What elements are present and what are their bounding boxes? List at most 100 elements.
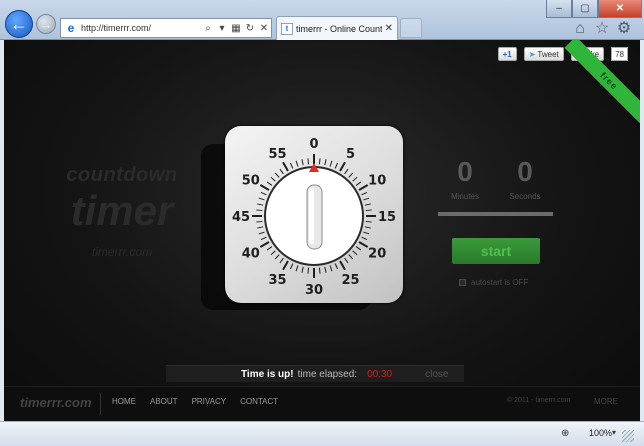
dial-tick: [258, 231, 265, 235]
footer-logo[interactable]: timerrr.com: [20, 395, 92, 410]
dial-number: 35: [268, 273, 286, 288]
dial-number: 45: [232, 210, 250, 225]
dial-face[interactable]: 0 5 10 15 20 25 30 35 40 45 50 55: [225, 126, 403, 303]
status-bar: ⊕ 100% ▾: [0, 421, 644, 446]
dial-tick: [339, 161, 346, 172]
dial-number: 0: [309, 137, 318, 152]
search-icon[interactable]: ⌕: [201, 20, 215, 36]
social-buttons: +1 ➤ Tweet f Like 78: [497, 47, 628, 61]
brand-timer-text: timer: [70, 187, 174, 234]
address-text[interactable]: http://timerrr.com/: [81, 23, 201, 33]
footer-link-privacy[interactable]: PRIVACY: [192, 397, 227, 406]
window-close-button[interactable]: ✕: [598, 0, 642, 18]
dial-tick: [324, 266, 327, 273]
tab-favicon-icon: t: [281, 22, 293, 35]
dropdown-icon[interactable]: ▾: [215, 20, 229, 36]
back-button[interactable]: ←: [5, 10, 33, 38]
dial-number: 20: [368, 247, 386, 262]
seconds-readout: 0 Seconds: [500, 156, 550, 201]
start-button[interactable]: start: [452, 238, 540, 264]
dial-tick: [307, 267, 310, 274]
back-arrow-icon: ←: [10, 13, 28, 34]
maximize-button[interactable]: ▢: [572, 0, 598, 18]
dial-number: 55: [268, 147, 286, 162]
dial-tick: [348, 254, 354, 260]
dial-tick: [257, 203, 264, 206]
dial-tick: [324, 159, 327, 166]
dial-number: 50: [242, 174, 260, 189]
dial-tick: [318, 158, 321, 165]
dial-tick: [256, 220, 263, 223]
dial-tick: [295, 160, 299, 167]
tab-close-icon[interactable]: ✕: [385, 23, 393, 34]
footer-divider: [100, 393, 101, 415]
dial-knob-highlight: [309, 188, 314, 244]
gear-icon[interactable]: ⚙: [614, 19, 634, 39]
dial-tick: [307, 158, 310, 165]
dial-tick: [344, 168, 349, 175]
zoom-dropdown-icon[interactable]: ▾: [612, 428, 616, 437]
forward-arrow-icon: →: [39, 16, 53, 32]
dial-tick: [318, 267, 321, 274]
browser-tab[interactable]: t timerrr - Online Countdow... ✕: [276, 16, 398, 40]
dial-tick: [329, 160, 333, 167]
time-up-alert: Time is up! time elapsed: 00:30 close: [166, 365, 464, 382]
home-icon[interactable]: ⌂: [570, 19, 590, 39]
dial-number: 40: [242, 247, 260, 262]
alert-close-link[interactable]: close: [425, 369, 448, 380]
zoom-level[interactable]: 100%: [589, 428, 612, 438]
dial-tick: [361, 191, 368, 196]
address-bar[interactable]: e http://timerrr.com/ ⌕ ▾ ▦ ↻ ✕: [60, 18, 272, 38]
browser-window: ← → e http://timerrr.com/ ⌕ ▾ ▦ ↻ ✕ t ti…: [0, 0, 644, 446]
dial-tick: [270, 176, 276, 182]
resize-grip-icon[interactable]: [622, 430, 634, 442]
brand-logo: countdown timer timerrr.com: [52, 164, 192, 259]
autostart-checkbox[interactable]: [459, 279, 466, 286]
dial-tick: [259, 184, 270, 191]
gplus-button[interactable]: +1: [497, 47, 517, 61]
dial-tick: [334, 263, 339, 270]
like-count: 78: [611, 47, 628, 61]
dial-tick: [279, 257, 284, 264]
dial-tick: [352, 250, 358, 256]
dial-tick: [355, 246, 362, 251]
tweet-button[interactable]: ➤ Tweet: [523, 47, 564, 61]
dial-tick: [358, 241, 369, 248]
footer-link-home[interactable]: HOME: [112, 397, 136, 406]
footer: timerrr.com HOME ABOUT PRIVACY CONTACT ©…: [4, 386, 640, 421]
tweet-label: Tweet: [537, 49, 559, 59]
footer-link-about[interactable]: ABOUT: [150, 397, 178, 406]
footer-more-link[interactable]: MORE: [594, 397, 618, 406]
dial-tick: [364, 203, 371, 206]
minimize-button[interactable]: –: [546, 0, 572, 18]
dial-tick: [329, 265, 333, 272]
footer-nav: HOME ABOUT PRIVACY CONTACT: [112, 397, 278, 406]
dial-tick: [348, 172, 354, 178]
footer-copyright: © 2011 - timerrr.com: [507, 397, 571, 404]
ie-page-icon: e: [67, 21, 75, 35]
autostart-toggle[interactable]: autostart is OFF: [459, 278, 528, 287]
dial-number: 10: [368, 174, 386, 189]
minutes-readout: 0 Minutes: [440, 156, 490, 201]
dial-tick: [266, 246, 273, 251]
dial-tick: [339, 260, 346, 271]
refresh-icon[interactable]: ↻: [243, 20, 257, 36]
dial-tick: [361, 236, 368, 241]
dial-number: 30: [305, 283, 323, 298]
dial-tick: [334, 162, 339, 169]
footer-link-contact[interactable]: CONTACT: [240, 397, 278, 406]
favorites-star-icon[interactable]: ☆: [592, 19, 612, 39]
dial-tick: [365, 220, 372, 223]
forward-button[interactable]: →: [36, 14, 56, 34]
kitchen-timer-dial[interactable]: 0 5 10 15 20 25 30 35 40 45 50 55: [225, 126, 403, 303]
dial-tick: [352, 176, 358, 182]
stop-icon[interactable]: ✕: [257, 20, 271, 36]
twitter-bird-icon: ➤: [528, 49, 536, 59]
zoom-icon[interactable]: ⊕: [561, 428, 569, 439]
new-tab-button[interactable]: [400, 18, 422, 38]
dial-number: 25: [341, 273, 359, 288]
dial-tick: [363, 197, 370, 201]
dial-tick: [355, 181, 362, 186]
minutes-value: 0: [457, 156, 473, 187]
compatibility-icon[interactable]: ▦: [229, 20, 243, 36]
